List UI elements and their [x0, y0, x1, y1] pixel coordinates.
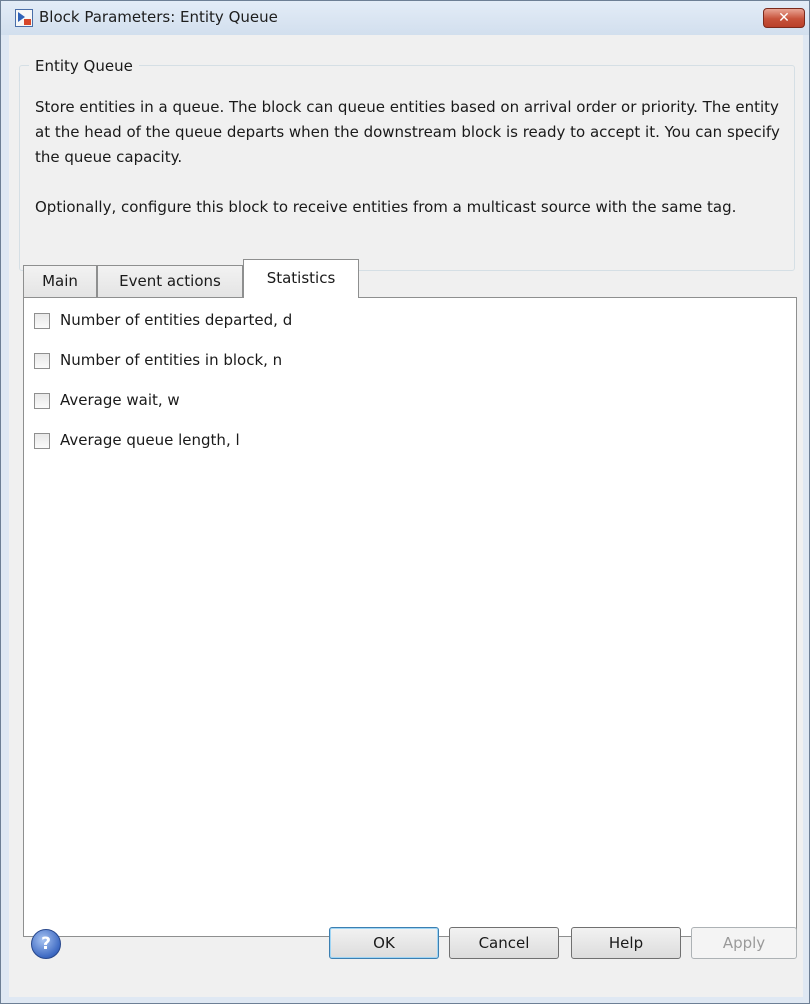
checkbox-departed[interactable] [34, 313, 50, 329]
tab-event-actions[interactable]: Event actions [97, 265, 243, 297]
block-icon [15, 9, 33, 27]
tab-statistics[interactable]: Statistics [243, 259, 359, 298]
description-paragraph: Store entities in a queue. The block can… [35, 98, 780, 166]
statistics-panel: Number of entities departed, d Number of… [23, 297, 797, 937]
close-button[interactable]: ✕ [763, 8, 805, 28]
checkbox-queue-length[interactable] [34, 433, 50, 449]
ok-button[interactable]: OK [329, 927, 439, 959]
checkbox-label: Number of entities in block, n [60, 351, 283, 369]
checkbox-average-wait[interactable] [34, 393, 50, 409]
description-paragraph: Optionally, configure this block to rece… [35, 198, 737, 216]
groupbox-title: Entity Queue [29, 57, 139, 75]
window-title: Block Parameters: Entity Queue [39, 8, 278, 26]
checkbox-label: Average queue length, l [60, 431, 240, 449]
dialog-content: Entity Queue Store entities in a queue. … [9, 35, 803, 997]
dialog-window: Block Parameters: Entity Queue ✕ Entity … [0, 0, 810, 1004]
question-icon[interactable]: ? [31, 929, 61, 959]
apply-button[interactable]: Apply [691, 927, 797, 959]
close-icon: ✕ [778, 10, 790, 26]
checkbox-in-block[interactable] [34, 353, 50, 369]
block-description: Store entities in a queue. The block can… [35, 95, 795, 245]
help-button[interactable]: Help [571, 927, 681, 959]
title-bar[interactable]: Block Parameters: Entity Queue ✕ [1, 1, 809, 35]
tab-main[interactable]: Main [23, 265, 97, 297]
cancel-button[interactable]: Cancel [449, 927, 559, 959]
question-glyph: ? [41, 934, 51, 954]
checkbox-label: Average wait, w [60, 391, 180, 409]
checkbox-label: Number of entities departed, d [60, 311, 293, 329]
